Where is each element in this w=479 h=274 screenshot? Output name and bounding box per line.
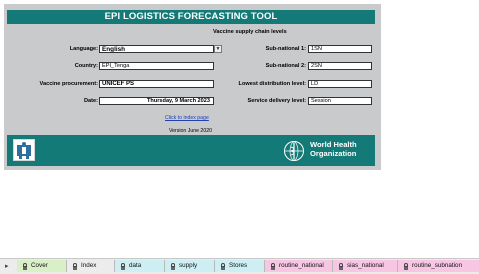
tab-sias-national[interactable]: sias_national [333,260,398,272]
tab-routine-subnation[interactable]: routine_subnation [398,260,479,272]
lock-icon [271,263,275,270]
subnational-1-label: Sub-national 1: [265,46,306,52]
tab-supply[interactable]: supply [165,260,215,272]
country-field[interactable]: EPI_Tenga [99,62,214,70]
date-label: Date: [84,98,98,104]
app-title: EPI LOGISTICS FORECASTING TOOL [104,11,278,22]
subnational-2-field[interactable]: 2SN [308,62,372,70]
tab-stores[interactable]: Stores [215,260,265,272]
index-page-link[interactable]: Click to index page [165,115,209,121]
subnational-2-label: Sub-national 2: [265,63,306,69]
lock-icon [23,263,27,270]
tab-index[interactable]: Index [67,260,115,272]
tab-data[interactable]: data [115,260,165,272]
procurement-field[interactable]: UNICEF PS [99,80,214,88]
who-line-2: Organization [310,148,357,158]
lowest-distribution-field[interactable]: LD [308,80,372,88]
who-emblem-icon [284,141,304,161]
lowest-distribution-label: Lowest distribution level: [238,81,306,87]
who-wordmark: World Health Organization [310,140,357,159]
epi-logo-icon [13,139,35,161]
tab-cover[interactable]: Cover [17,260,67,272]
date-field[interactable]: Thursday, 9 March 2023 [99,97,214,105]
lock-icon [121,263,125,270]
sheet-tab-bar: ▸ Cover Index data supply Stores routine… [0,258,479,274]
supply-chain-heading: Vaccine supply chain levels [213,29,287,35]
language-select[interactable]: English [99,45,214,53]
title-bar: EPI LOGISTICS FORECASTING TOOL [7,10,375,24]
service-delivery-label: Service delivery level: [247,98,306,104]
lock-icon [73,263,77,270]
lock-icon [404,263,408,270]
lock-icon [171,263,175,270]
cover-panel: EPI LOGISTICS FORECASTING TOOL Vaccine s… [4,4,381,170]
lock-icon [221,263,225,270]
country-label: Country: [74,63,98,69]
tab-routine-national[interactable]: routine_national [265,260,333,272]
lock-icon [339,263,343,270]
footer-banner: World Health Organization [7,135,375,166]
service-delivery-field[interactable]: Session [308,97,372,105]
sheet-nav-arrow-icon[interactable]: ▸ [5,262,9,270]
chevron-down-icon[interactable]: ▼ [214,45,222,53]
procurement-label: Vaccine procurement: [39,81,98,87]
language-label: Language: [69,46,98,52]
subnational-1-field[interactable]: 1SN [308,45,372,53]
version-label: Version June 2020 [169,128,212,134]
